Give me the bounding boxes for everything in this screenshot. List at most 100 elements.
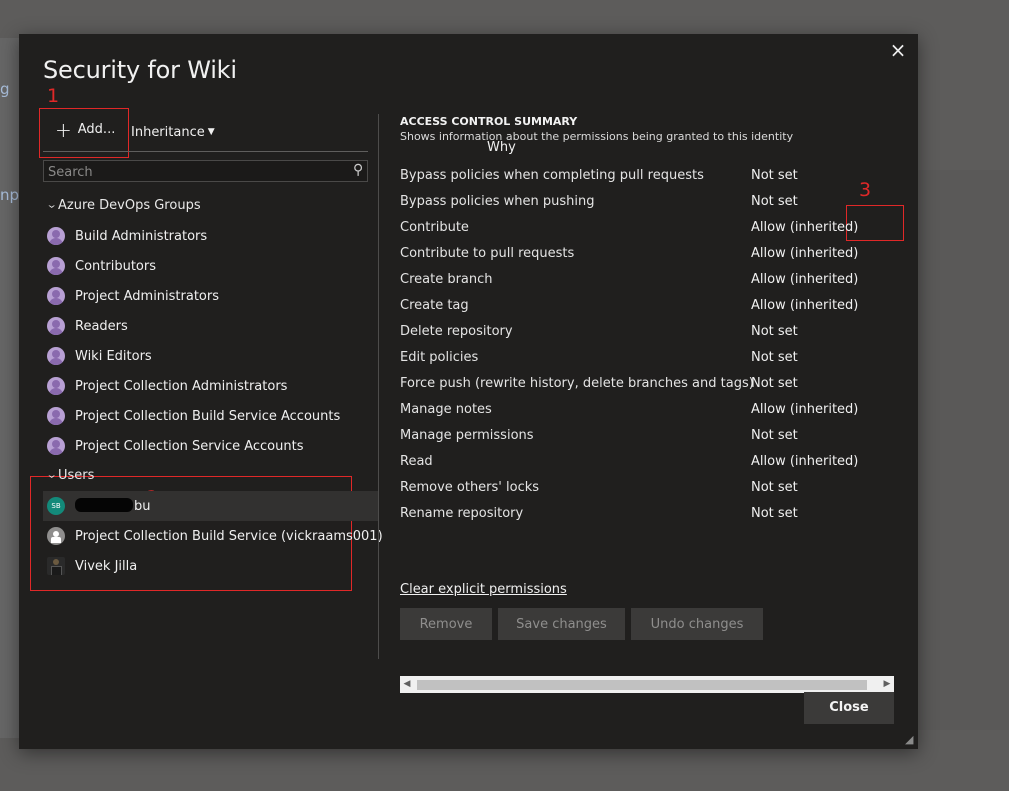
permission-value[interactable]: Not set bbox=[751, 376, 798, 391]
user-avatar: SB bbox=[47, 497, 65, 515]
permission-name: Create tag bbox=[400, 298, 469, 313]
group-item[interactable]: Project Collection Service Accounts bbox=[43, 431, 379, 461]
permission-value[interactable]: Allow (inherited) bbox=[751, 220, 858, 235]
background-fragment: g bbox=[0, 80, 10, 98]
search-input[interactable] bbox=[46, 162, 340, 182]
identity-pane: + Add... Inheritance▼ ⚲ ›Azure DevOps Gr… bbox=[43, 114, 383, 659]
permission-value[interactable]: Allow (inherited) bbox=[751, 454, 858, 469]
permission-value[interactable]: Not set bbox=[751, 506, 798, 521]
annotation-number: 1 bbox=[47, 85, 60, 107]
group-item[interactable]: Project Collection Build Service Account… bbox=[43, 401, 379, 431]
user-item-label: Vivek Jilla bbox=[75, 558, 138, 574]
scroll-right-icon[interactable]: ▶ bbox=[880, 677, 894, 692]
why-link[interactable]: Why bbox=[487, 140, 516, 155]
caret-down-icon: ▼ bbox=[207, 127, 215, 137]
group-item-label: Project Collection Administrators bbox=[75, 378, 288, 394]
chevron-down-icon: › bbox=[43, 204, 59, 209]
permission-row: Remove others' locks Not set bbox=[400, 474, 900, 500]
permission-value[interactable]: Not set bbox=[751, 168, 798, 183]
permission-value[interactable]: Not set bbox=[751, 324, 798, 339]
undo-changes-button[interactable]: Undo changes bbox=[631, 608, 763, 640]
permission-row: Rename repository Not set bbox=[400, 500, 900, 526]
permission-row: Create tag Allow (inherited) bbox=[400, 292, 900, 318]
permission-name: Manage notes bbox=[400, 402, 492, 417]
plus-icon: + bbox=[55, 117, 72, 142]
user-item-label: bu bbox=[75, 498, 151, 514]
add-button[interactable]: + Add... bbox=[55, 117, 115, 142]
group-item-label: Project Administrators bbox=[75, 288, 220, 304]
permission-name: Bypass policies when pushing bbox=[400, 194, 595, 209]
scroll-left-icon[interactable]: ◀ bbox=[400, 677, 414, 692]
group-avatar-icon bbox=[47, 257, 65, 275]
permission-name: Create branch bbox=[400, 272, 493, 287]
permission-name: Manage permissions bbox=[400, 428, 534, 443]
permission-value[interactable]: Not set bbox=[751, 194, 798, 209]
permission-name: Force push (rewrite history, delete bran… bbox=[400, 376, 754, 391]
group-avatar-icon bbox=[47, 347, 65, 365]
permission-row: Delete repository Not set bbox=[400, 318, 900, 344]
group-item-label: Wiki Editors bbox=[75, 348, 152, 364]
permission-value[interactable]: Not set bbox=[751, 350, 798, 365]
groups-header[interactable]: ›Azure DevOps Groups bbox=[43, 198, 201, 213]
user-item[interactable]: SB bu bbox=[43, 491, 379, 521]
permission-value[interactable]: Allow (inherited) bbox=[751, 272, 858, 287]
permission-value[interactable]: Allow (inherited) bbox=[751, 402, 858, 417]
search-icon[interactable]: ⚲ bbox=[353, 162, 363, 178]
permission-row: Bypass policies when completing pull req… bbox=[400, 162, 900, 188]
permission-value[interactable]: Allow (inherited) bbox=[751, 298, 858, 313]
group-item[interactable]: Build Administrators bbox=[43, 221, 379, 251]
resize-grip-icon[interactable]: ◢ bbox=[905, 734, 917, 746]
permission-row: Contribute Allow (inherited) bbox=[400, 214, 900, 240]
group-item[interactable]: Project Administrators bbox=[43, 281, 379, 311]
horizontal-scrollbar[interactable]: ◀ ▶ bbox=[400, 676, 894, 693]
permission-name: Remove others' locks bbox=[400, 480, 540, 495]
groups-header-label: Azure DevOps Groups bbox=[58, 198, 201, 213]
permission-value[interactable]: Allow (inherited) bbox=[751, 246, 858, 261]
permission-name: Delete repository bbox=[400, 324, 513, 339]
summary-title: ACCESS CONTROL SUMMARY bbox=[400, 115, 578, 128]
group-item[interactable]: Contributors bbox=[43, 251, 379, 281]
user-item-label: Project Collection Build Service (vickra… bbox=[75, 528, 383, 544]
permission-name: Rename repository bbox=[400, 506, 524, 521]
group-avatar-icon bbox=[47, 287, 65, 305]
group-avatar-icon bbox=[47, 227, 65, 245]
group-item-label: Build Administrators bbox=[75, 228, 208, 244]
group-item[interactable]: Readers bbox=[43, 311, 379, 341]
permission-row: Create branch Allow (inherited) bbox=[400, 266, 900, 292]
group-item[interactable]: Project Collection Administrators bbox=[43, 371, 379, 401]
chevron-down-icon: › bbox=[43, 474, 59, 479]
permission-name: Contribute to pull requests bbox=[400, 246, 575, 261]
user-name-fragment: bu bbox=[134, 499, 151, 514]
group-item[interactable]: Wiki Editors bbox=[43, 341, 379, 371]
user-photo-avatar bbox=[47, 557, 65, 575]
group-item-label: Project Collection Service Accounts bbox=[75, 438, 304, 454]
close-button[interactable]: Close bbox=[804, 692, 894, 724]
group-item-label: Readers bbox=[75, 318, 128, 334]
close-icon[interactable]: × bbox=[886, 38, 910, 62]
permission-value[interactable]: Not set bbox=[751, 428, 798, 443]
group-item-label: Project Collection Build Service Account… bbox=[75, 408, 341, 424]
permission-name: Read bbox=[400, 454, 433, 469]
permission-row: Contribute to pull requests Allow (inher… bbox=[400, 240, 900, 266]
users-header[interactable]: ›Users bbox=[43, 468, 94, 483]
group-avatar-icon bbox=[47, 377, 65, 395]
permission-value[interactable]: Not set bbox=[751, 480, 798, 495]
dialog-title: Security for Wiki bbox=[43, 56, 237, 84]
group-item-label: Contributors bbox=[75, 258, 156, 274]
permission-row: Edit policies Not set bbox=[400, 344, 900, 370]
inheritance-dropdown[interactable]: Inheritance ▼ bbox=[131, 125, 215, 140]
save-changes-button[interactable]: Save changes bbox=[498, 608, 625, 640]
divider bbox=[43, 151, 368, 152]
permission-name: Bypass policies when completing pull req… bbox=[400, 168, 704, 183]
scrollbar-thumb[interactable] bbox=[417, 680, 867, 690]
user-item[interactable]: Vivek Jilla bbox=[43, 551, 379, 581]
group-avatar-icon bbox=[47, 437, 65, 455]
remove-button[interactable]: Remove bbox=[400, 608, 492, 640]
security-dialog: × Security for Wiki 1 2 3 + Add... Inher… bbox=[19, 34, 918, 749]
clear-explicit-permissions-link[interactable]: Clear explicit permissions bbox=[400, 582, 567, 597]
background-panel-right bbox=[918, 170, 1009, 730]
permission-name: Edit policies bbox=[400, 350, 479, 365]
user-item[interactable]: Project Collection Build Service (vickra… bbox=[43, 521, 383, 551]
group-avatar-icon bbox=[47, 407, 65, 425]
group-avatar-icon bbox=[47, 317, 65, 335]
